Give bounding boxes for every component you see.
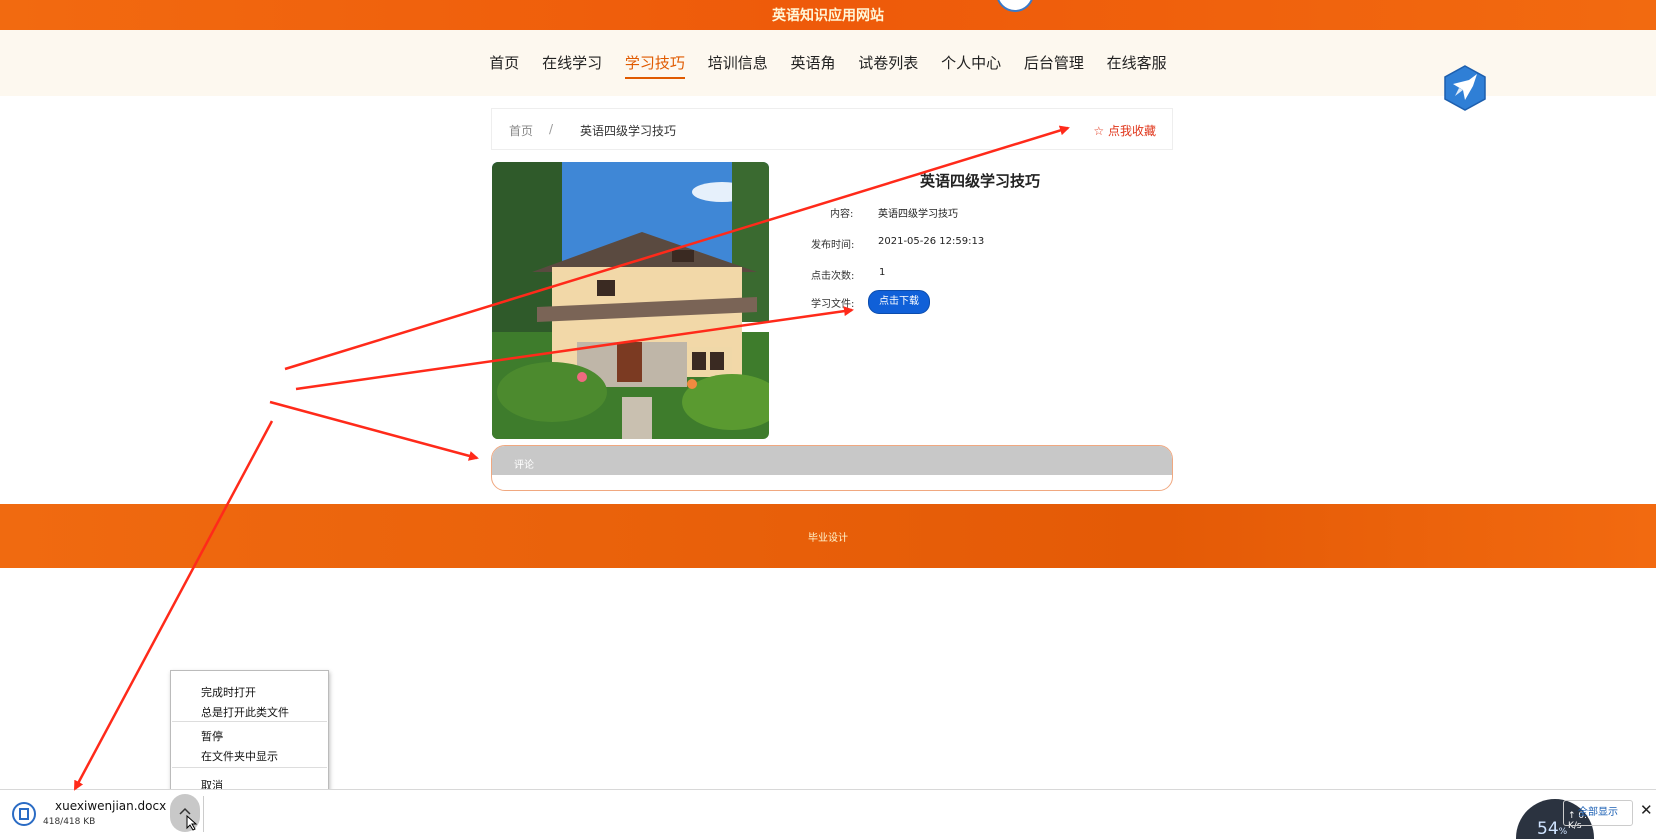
- breadcrumb-home[interactable]: 首页: [509, 122, 533, 139]
- nav-menu: 首页 在线学习 学习技巧 培训信息 英语角 试卷列表 个人中心 后台管理 在线客…: [0, 52, 1656, 79]
- breadcrumb-separator: /: [549, 122, 554, 136]
- nav-item-home[interactable]: 首页: [489, 52, 519, 77]
- site-footer: 毕业设计: [0, 504, 1656, 568]
- menu-item-open-when-done[interactable]: 完成时打开: [201, 684, 256, 700]
- site-title: 英语知识应用网站: [772, 8, 884, 24]
- download-options-button[interactable]: [170, 794, 200, 832]
- clicks-value: 1: [879, 267, 886, 278]
- download-button[interactable]: 点击下载: [868, 290, 930, 314]
- comment-section: 评论: [491, 445, 1173, 491]
- docx-file-icon[interactable]: [12, 802, 36, 826]
- content-label: 内容:: [830, 209, 854, 220]
- menu-item-pause[interactable]: 暂停: [201, 728, 223, 744]
- menu-item-always-open[interactable]: 总是打开此类文件: [201, 704, 289, 720]
- arrow-to-comment: [269, 400, 479, 461]
- comment-header-label: 评论: [514, 460, 534, 471]
- download-progress: 418/418 KB: [43, 817, 96, 827]
- nav-item-training[interactable]: 培训信息: [708, 52, 768, 77]
- published-value: 2021-05-26 12:59:13: [878, 236, 985, 247]
- nav-item-support[interactable]: 在线客服: [1107, 52, 1167, 77]
- nav-item-english-corner[interactable]: 英语角: [790, 52, 835, 77]
- article-title: 英语四级学习技巧: [920, 172, 1041, 190]
- file-label: 学习文件:: [811, 299, 855, 310]
- download-bar-divider: [203, 796, 204, 832]
- menu-divider: [172, 721, 327, 722]
- favorite-link[interactable]: ☆ 点我收藏: [1093, 122, 1156, 139]
- breadcrumb-current: 英语四级学习技巧: [580, 124, 677, 138]
- menu-item-show-in-folder[interactable]: 在文件夹中显示: [201, 748, 278, 764]
- close-download-bar-button[interactable]: ✕: [1640, 801, 1653, 819]
- download-filename[interactable]: xuexiwenjian.docx: [55, 799, 166, 813]
- clicks-label: 点击次数:: [811, 271, 855, 282]
- show-all-button[interactable]: 全部显示: [1563, 800, 1633, 826]
- download-context-menu: 完成时打开 总是打开此类文件 暂停 在文件夹中显示 取消: [170, 670, 329, 801]
- comment-header: 评论: [492, 446, 1172, 475]
- breadcrumb: 首页 / 英语四级学习技巧 ☆ 点我收藏: [491, 108, 1173, 150]
- published-label: 发布时间:: [811, 240, 855, 251]
- nav-item-admin[interactable]: 后台管理: [1024, 52, 1084, 77]
- nav-bar: 首页 在线学习 学习技巧 培训信息 英语角 试卷列表 个人中心 后台管理 在线客…: [0, 30, 1656, 111]
- nav-item-online-learning[interactable]: 在线学习: [542, 52, 602, 77]
- chevron-up-icon: [179, 807, 198, 831]
- nav-item-study-tips[interactable]: 学习技巧: [624, 52, 685, 79]
- content-value: 英语四级学习技巧: [878, 209, 958, 220]
- download-bar: xuexiwenjian.docx 418/418 KB 54% ↑ 0.1 K…: [0, 789, 1656, 839]
- article-image: [492, 162, 769, 439]
- nav-item-profile[interactable]: 个人中心: [941, 52, 1001, 77]
- bird-logo-icon[interactable]: [1441, 64, 1489, 112]
- footer-text: 毕业设计: [808, 533, 848, 544]
- menu-divider: [172, 767, 327, 768]
- site-header: 英语知识应用网站: [0, 0, 1656, 30]
- nav-item-exam-list[interactable]: 试卷列表: [858, 52, 918, 77]
